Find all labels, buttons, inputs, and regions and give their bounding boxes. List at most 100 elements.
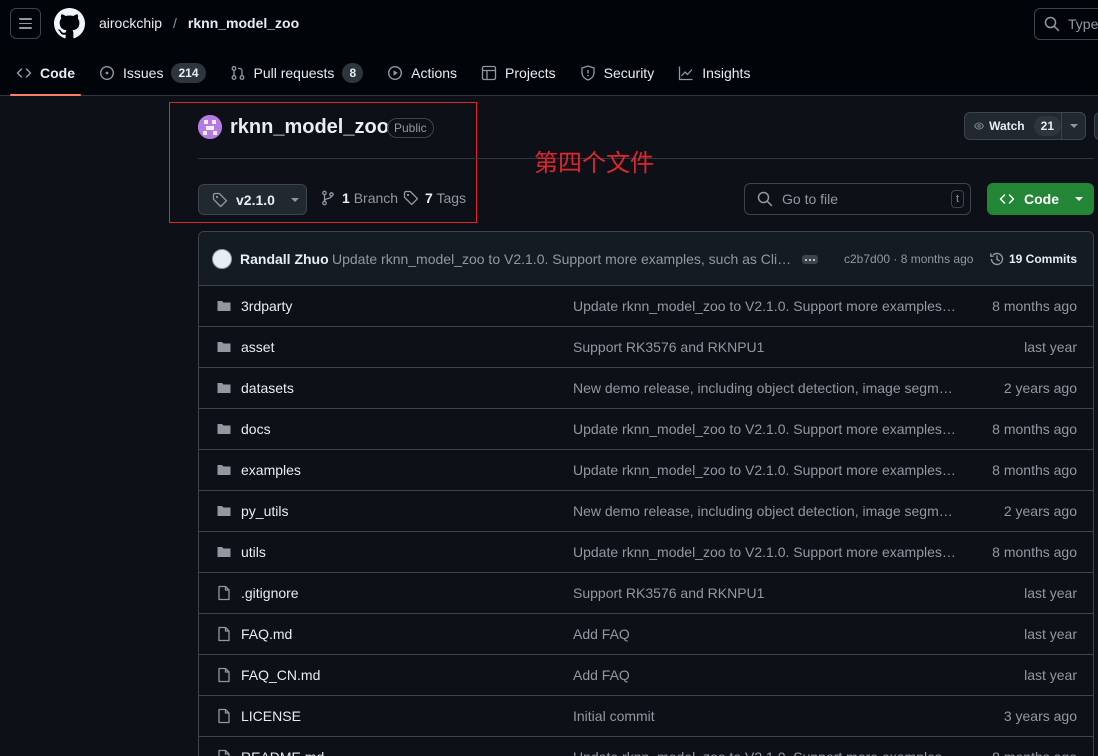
file-commit-message[interactable]: New demo release, including object detec… [573,503,959,519]
file-name-link[interactable]: examples [241,462,301,478]
file-name-link[interactable]: docs [241,421,271,437]
watch-button[interactable]: Watch 21 [964,112,1086,140]
go-to-file-input[interactable]: Go to file t [744,183,971,215]
file-icon [218,708,230,724]
file-commit-message[interactable]: Add FAQ [573,667,959,683]
hamburger-icon [19,18,32,20]
table-row[interactable]: FAQ.md Add FAQ last year [199,614,1093,655]
owner-link[interactable]: airockchip [99,15,162,31]
go-to-file-placeholder: Go to file [782,191,839,207]
pr-count-badge: 8 [342,63,364,83]
watch-dropdown[interactable] [1062,123,1085,129]
global-header: airockchip / rknn_model_zoo Type Code Is… [0,0,1098,96]
commit-message[interactable]: Update rknn_model_zoo to V2.1.0. Support… [332,251,792,267]
branches-link[interactable]: 1 Branch [320,190,398,206]
identicon-icon [198,115,222,139]
tab-actions[interactable]: Actions [379,55,465,91]
table-icon [481,65,497,81]
folder-icon [217,383,231,393]
github-logo-icon[interactable] [54,8,85,39]
tab-security[interactable]: Security [572,55,663,91]
table-row[interactable]: README.md Update rknn_model_zoo to V2.1.0… [199,737,1093,756]
chevron-down-icon [1069,124,1078,128]
file-commit-message[interactable]: Support RK3576 and RKNPU1 [573,339,959,355]
file-name-link[interactable]: FAQ_CN.md [241,667,320,683]
file-commit-message[interactable]: Update rknn_model_zoo to V2.1.0. Support… [573,421,959,437]
watch-label: Watch [989,119,1025,133]
tab-issues[interactable]: Issues 214 [91,55,214,91]
folder-icon [217,424,231,434]
file-icon [218,626,230,642]
tab-label: Issues [123,65,164,81]
tags-link[interactable]: 7 Tags [403,190,466,206]
shortcut-key: t [950,190,964,208]
file-commit-date: 8 months ago [992,544,1077,560]
file-name-link[interactable]: asset [241,339,274,355]
file-name-link[interactable]: README.md [241,749,324,756]
commit-hash-time[interactable]: c2b7d00 · 8 months ago [844,252,973,266]
code-button[interactable]: Code [987,183,1094,215]
file-name-link[interactable]: utils [241,544,266,560]
avatar[interactable] [212,249,232,269]
file-commit-message[interactable]: Update rknn_model_zoo to V2.1.0. Support… [573,298,959,314]
pull-request-icon [231,66,244,80]
table-row[interactable]: LICENSE Initial commit 3 years ago [199,696,1093,737]
history-icon [990,252,1004,266]
file-name-link[interactable]: 3rdparty [241,298,292,314]
latest-commit-bar: Randall Zhuo Update rknn_model_zoo to V2… [199,232,1093,286]
search-placeholder: Type [1068,16,1098,32]
file-commit-message[interactable]: Update rknn_model_zoo to V2.1.0. Support… [573,544,959,560]
branch-selector[interactable]: v2.1.0 [198,184,307,215]
menu-button[interactable] [10,8,41,39]
tab-projects[interactable]: Projects [473,55,564,91]
file-commit-message[interactable]: Support RK3576 and RKNPU1 [573,585,959,601]
avatar[interactable] [198,115,222,139]
file-commit-message[interactable]: Add FAQ [573,626,959,642]
tab-insights[interactable]: Insights [670,55,758,91]
repo-tabs: Code Issues 214 Pull requests 8 Actions … [0,55,758,96]
file-list: 3rdparty Update rknn_model_zoo to V2.1.0.… [199,286,1093,756]
commits-count: 19 Commits [1009,252,1078,266]
table-row[interactable]: datasets New demo release, including obje… [199,368,1093,409]
search-icon [757,191,773,207]
table-row[interactable]: docs Update rknn_model_zoo to V2.1.0. Sup… [199,409,1093,450]
table-row[interactable]: asset Support RK3576 and RKNPU1 last year [199,327,1093,368]
file-name-link[interactable]: .gitignore [241,585,299,601]
eye-icon [974,122,984,130]
issue-icon [99,65,115,81]
breadcrumb-separator: / [173,15,177,31]
annotation-text: 第四个文件 [534,149,654,177]
file-commit-message[interactable]: New demo release, including object detec… [573,380,959,396]
tab-label: Projects [505,65,556,81]
table-row[interactable]: FAQ_CN.md Add FAQ last year [199,655,1093,696]
commits-link[interactable]: 19 Commits [989,251,1077,267]
file-commit-message[interactable]: Update rknn_model_zoo to V2.1.0. Support… [573,462,959,478]
file-commit-date: 8 months ago [992,462,1077,478]
commit-author[interactable]: Randall Zhuo [240,251,329,267]
tab-pull-requests[interactable]: Pull requests 8 [222,55,372,91]
repo-title[interactable]: rknn_model_zoo [230,116,389,139]
file-name-link[interactable]: FAQ.md [241,626,292,642]
table-row[interactable]: 3rdparty Update rknn_model_zoo to V2.1.0.… [199,286,1093,327]
watch-main[interactable]: Watch 21 [965,113,1062,139]
table-row[interactable]: utils Update rknn_model_zoo to V2.1.0. Su… [199,532,1093,573]
file-name-link[interactable]: py_utils [241,503,288,519]
table-row[interactable]: examples Update rknn_model_zoo to V2.1.0.… [199,450,1093,491]
file-name-link[interactable]: LICENSE [241,708,301,724]
file-icon [218,585,230,601]
tab-code[interactable]: Code [8,55,83,96]
tab-label: Code [40,65,75,81]
file-commit-date: 3 years ago [1003,708,1077,724]
star-button[interactable] [1094,112,1098,140]
folder-icon [217,465,231,475]
folder-icon [217,342,231,352]
expand-commit-button[interactable] [802,255,818,264]
file-commit-message[interactable]: Update rknn_model_zoo to V2.1.0. Support… [573,749,959,756]
table-row[interactable]: .gitignore Support RK3576 and RKNPU1 last … [199,573,1093,614]
repo-link[interactable]: rknn_model_zoo [188,15,299,31]
file-name-link[interactable]: datasets [241,380,294,396]
file-commit-date: 8 months ago [992,421,1077,437]
table-row[interactable]: py_utils New demo release, including obje… [199,491,1093,532]
global-search-input[interactable]: Type [1034,8,1098,40]
file-commit-message[interactable]: Initial commit [573,708,959,724]
